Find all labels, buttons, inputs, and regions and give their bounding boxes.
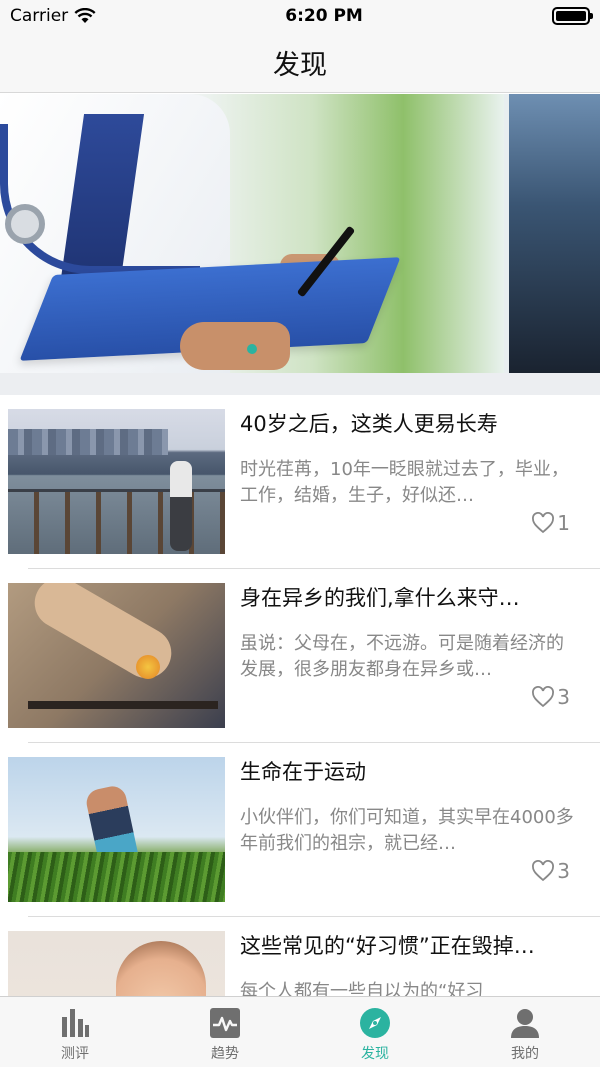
article-item[interactable]: 身在异乡的我们,拿什么来守… 虽说：父母在，不远游。可是随着经济的发展，很多朋友… bbox=[0, 569, 600, 743]
article-item[interactable]: 40岁之后，这类人更易长寿 时光荏苒，10年一眨眼就过去了，毕业，工作，结婚，生… bbox=[0, 395, 600, 569]
banner-slide-doctor[interactable] bbox=[0, 94, 504, 373]
article-summary: 时光荏苒，10年一眨眼就过去了，毕业，工作，结婚，生子，好似还… bbox=[240, 459, 569, 506]
nav-bar: 发现 bbox=[0, 32, 600, 93]
tab-label: 趋势 bbox=[211, 1046, 239, 1062]
status-left: Carrier bbox=[10, 6, 96, 26]
banner-carousel[interactable] bbox=[0, 94, 600, 373]
tab-discover[interactable]: 发现 bbox=[300, 997, 450, 1067]
clock: 6:20 PM bbox=[285, 6, 363, 26]
tab-bar: 测评 趋势 发现 我的 bbox=[0, 996, 600, 1067]
article-item[interactable]: 生命在于运动 小伙伴们，你们可知道，其实早在4000多年前我们的祖宗，就已经… … bbox=[0, 743, 600, 917]
page-dot-active bbox=[247, 344, 257, 354]
carrier-label: Carrier bbox=[10, 6, 69, 26]
article-title: 40岁之后，这类人更易长寿 bbox=[240, 412, 498, 436]
section-separator bbox=[0, 373, 600, 395]
like-button[interactable]: 3 bbox=[531, 685, 570, 709]
tab-label: 发现 bbox=[361, 1046, 389, 1062]
page-title: 发现 bbox=[273, 49, 327, 81]
tab-label: 我的 bbox=[511, 1046, 539, 1062]
user-icon bbox=[511, 1009, 539, 1038]
article-thumbnail bbox=[8, 409, 225, 554]
article-summary: 小伙伴们，你们可知道，其实早在4000多年前我们的祖宗，就已经… bbox=[240, 807, 574, 854]
like-count: 1 bbox=[557, 511, 570, 535]
status-bar: Carrier 6:20 PM bbox=[0, 0, 600, 32]
like-button[interactable]: 1 bbox=[531, 511, 570, 535]
like-button[interactable]: 3 bbox=[531, 859, 570, 883]
article-thumbnail bbox=[8, 757, 225, 902]
heart-icon bbox=[532, 512, 555, 534]
bar-chart-icon bbox=[62, 1009, 89, 1037]
article-summary: 虽说：父母在，不远游。可是随着经济的发展，很多朋友都身在异乡或… bbox=[240, 633, 564, 680]
wifi-icon bbox=[74, 8, 96, 23]
tab-trend[interactable]: 趋势 bbox=[150, 997, 300, 1067]
trend-icon bbox=[210, 1008, 240, 1038]
battery-icon bbox=[551, 7, 593, 25]
article-thumbnail bbox=[8, 583, 225, 728]
banner-slide-next[interactable] bbox=[509, 94, 600, 373]
compass-icon bbox=[360, 1008, 390, 1038]
heart-icon bbox=[532, 686, 555, 708]
page-indicator bbox=[0, 344, 504, 354]
heart-icon bbox=[532, 860, 555, 882]
article-title: 身在异乡的我们,拿什么来守… bbox=[240, 586, 520, 610]
tab-evaluation[interactable]: 测评 bbox=[0, 997, 150, 1067]
tab-mine[interactable]: 我的 bbox=[450, 997, 600, 1067]
tab-label: 测评 bbox=[61, 1046, 89, 1062]
article-title: 生命在于运动 bbox=[240, 760, 366, 784]
like-count: 3 bbox=[557, 859, 570, 883]
article-title: 这些常见的“好习惯”正在毁掉… bbox=[240, 934, 535, 958]
article-list: 40岁之后，这类人更易长寿 时光荏苒，10年一眨眼就过去了，毕业，工作，结婚，生… bbox=[0, 395, 600, 1067]
like-count: 3 bbox=[557, 685, 570, 709]
